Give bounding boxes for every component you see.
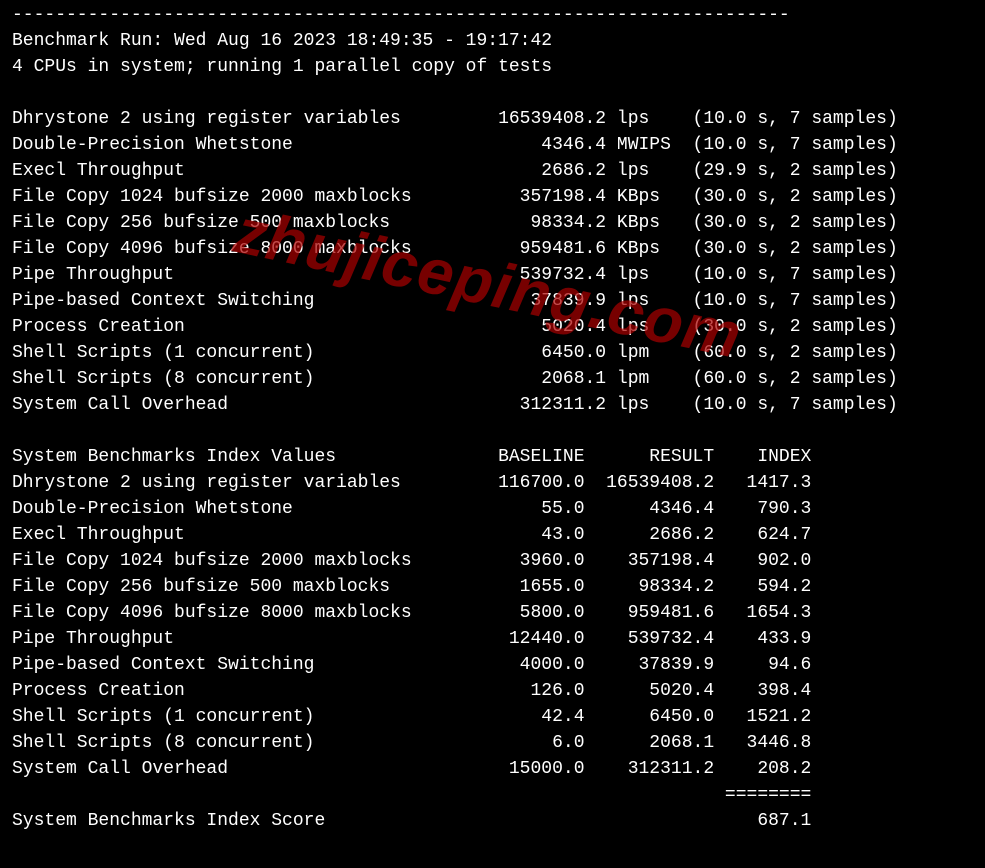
- terminal-output: ----------------------------------------…: [0, 0, 985, 846]
